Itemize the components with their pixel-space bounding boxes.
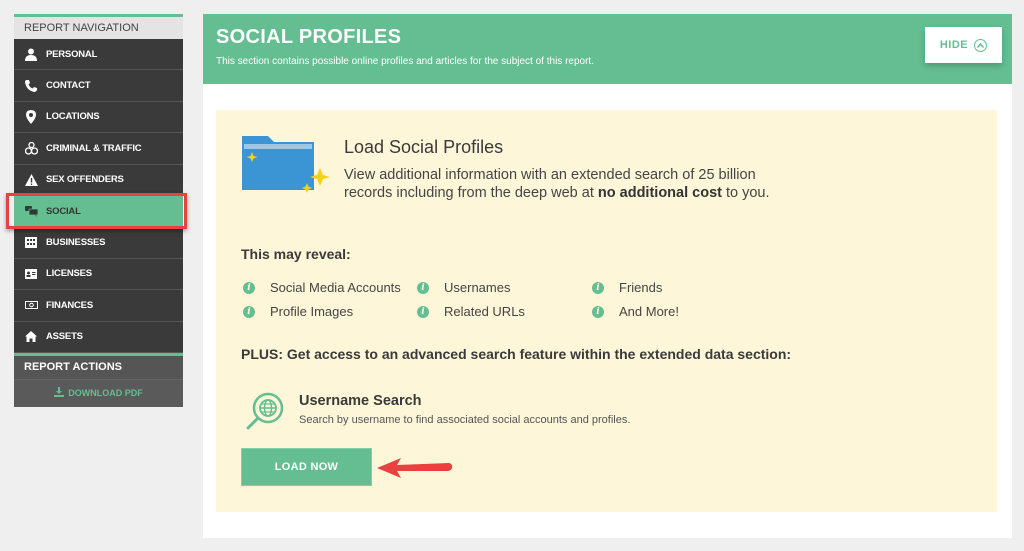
- info-icon: i: [243, 281, 255, 294]
- reveal-item-label: Social Media Accounts: [270, 280, 401, 295]
- reveal-item: i Profile Images: [243, 304, 353, 319]
- username-search-description: Search by username to find associated so…: [299, 414, 631, 426]
- section-header: SOCIAL PROFILES This section contains po…: [203, 14, 1012, 84]
- chevron-up-icon: [974, 38, 988, 52]
- person-icon: [24, 47, 38, 61]
- id-card-icon: [24, 267, 38, 281]
- reveal-item-label: Usernames: [444, 280, 511, 295]
- report-actions-header: REPORT ACTIONS: [14, 352, 183, 379]
- reveal-item: i And More!: [592, 304, 679, 319]
- report-navigation-header: REPORT NAVIGATION: [14, 14, 183, 39]
- globe-search-icon: [246, 392, 284, 430]
- reveal-item: i Related URLs: [417, 304, 525, 319]
- building-icon: [24, 236, 38, 250]
- sidebar-item-social[interactable]: SOCIAL: [6, 192, 187, 230]
- sidebar-item-label: CONTACT: [46, 80, 91, 92]
- section-title: SOCIAL PROFILES: [216, 26, 402, 48]
- sidebar-item-label: PERSONAL: [46, 48, 98, 60]
- sidebar-item-assets[interactable]: ASSETS: [14, 321, 183, 353]
- promo-desc-bold: no additional cost: [597, 185, 722, 201]
- sidebar-item-label: LICENSES: [46, 268, 92, 280]
- info-icon: i: [417, 305, 429, 318]
- info-icon: i: [243, 305, 255, 318]
- section-subtitle: This section contains possible online pr…: [216, 56, 594, 67]
- red-arrow-annotation: [377, 458, 453, 478]
- sidebar-item-criminal-traffic[interactable]: CRIMINAL & TRAFFIC: [14, 133, 183, 165]
- sidebar-item-businesses[interactable]: BUSINESSES: [14, 227, 183, 259]
- money-icon: [24, 298, 38, 312]
- warning-icon: [24, 173, 38, 187]
- sidebar-item-sex-offenders[interactable]: SEX OFFENDERS: [14, 164, 183, 196]
- sidebar-item-label: SEX OFFENDERS: [46, 174, 124, 186]
- info-icon: i: [592, 281, 604, 294]
- reveal-heading: This may reveal:: [241, 246, 351, 262]
- username-search-title: Username Search: [299, 393, 422, 409]
- sidebar-item-label: FINANCES: [46, 299, 93, 311]
- sidebar-item-label: CRIMINAL & TRAFFIC: [46, 142, 142, 154]
- map-pin-icon: [24, 109, 38, 124]
- download-pdf-button[interactable]: DOWNLOAD PDF: [14, 378, 183, 407]
- phone-icon: [24, 79, 38, 93]
- reveal-item: i Friends: [592, 280, 662, 295]
- home-icon: [24, 330, 38, 344]
- social-profiles-panel: SOCIAL PROFILES This section contains po…: [203, 14, 1012, 538]
- reveal-item: i Social Media Accounts: [243, 280, 401, 295]
- sidebar-item-label: BUSINESSES: [46, 237, 106, 249]
- sidebar-item-label: ASSETS: [46, 331, 83, 343]
- chat-bubbles-icon: [24, 204, 38, 218]
- download-pdf-label: DOWNLOAD PDF: [68, 388, 143, 399]
- hide-button[interactable]: HIDE: [925, 27, 1002, 63]
- sidebar-item-licenses[interactable]: LICENSES: [14, 258, 183, 291]
- sidebar-item-personal[interactable]: PERSONAL: [14, 39, 183, 71]
- hide-label: HIDE: [939, 39, 969, 51]
- sidebar-item-label: LOCATIONS: [46, 111, 100, 123]
- reveal-item-label: Friends: [619, 280, 663, 295]
- report-navigation-sidebar: REPORT NAVIGATION PERSONAL CONTACT LOCAT…: [6, 14, 187, 407]
- reveal-item-label: Related URLs: [444, 304, 525, 319]
- load-now-button[interactable]: LOAD NOW: [241, 448, 372, 486]
- promo-title: Load Social Profiles: [344, 137, 504, 157]
- sparkling-folder-icon: [242, 136, 330, 193]
- promo-description: View additional information with an exte…: [344, 166, 794, 202]
- reveal-item-label: And More!: [619, 304, 679, 319]
- promo-desc-suffix: to you.: [721, 185, 770, 201]
- sidebar-item-locations[interactable]: LOCATIONS: [14, 101, 183, 134]
- info-icon: i: [417, 281, 429, 294]
- info-icon: i: [592, 305, 604, 318]
- load-social-profiles-card: Load Social Profiles View additional inf…: [216, 110, 997, 512]
- sidebar-item-finances[interactable]: FINANCES: [14, 290, 183, 322]
- reveal-item-label: Profile Images: [270, 304, 354, 319]
- reveal-item: i Usernames: [417, 280, 510, 295]
- sidebar-item-contact[interactable]: CONTACT: [14, 70, 183, 102]
- plus-feature-text: PLUS: Get access to an advanced search f…: [241, 346, 792, 362]
- handcuffs-icon: [24, 141, 38, 155]
- sidebar-item-label: SOCIAL: [46, 205, 81, 217]
- download-icon: [54, 387, 65, 399]
